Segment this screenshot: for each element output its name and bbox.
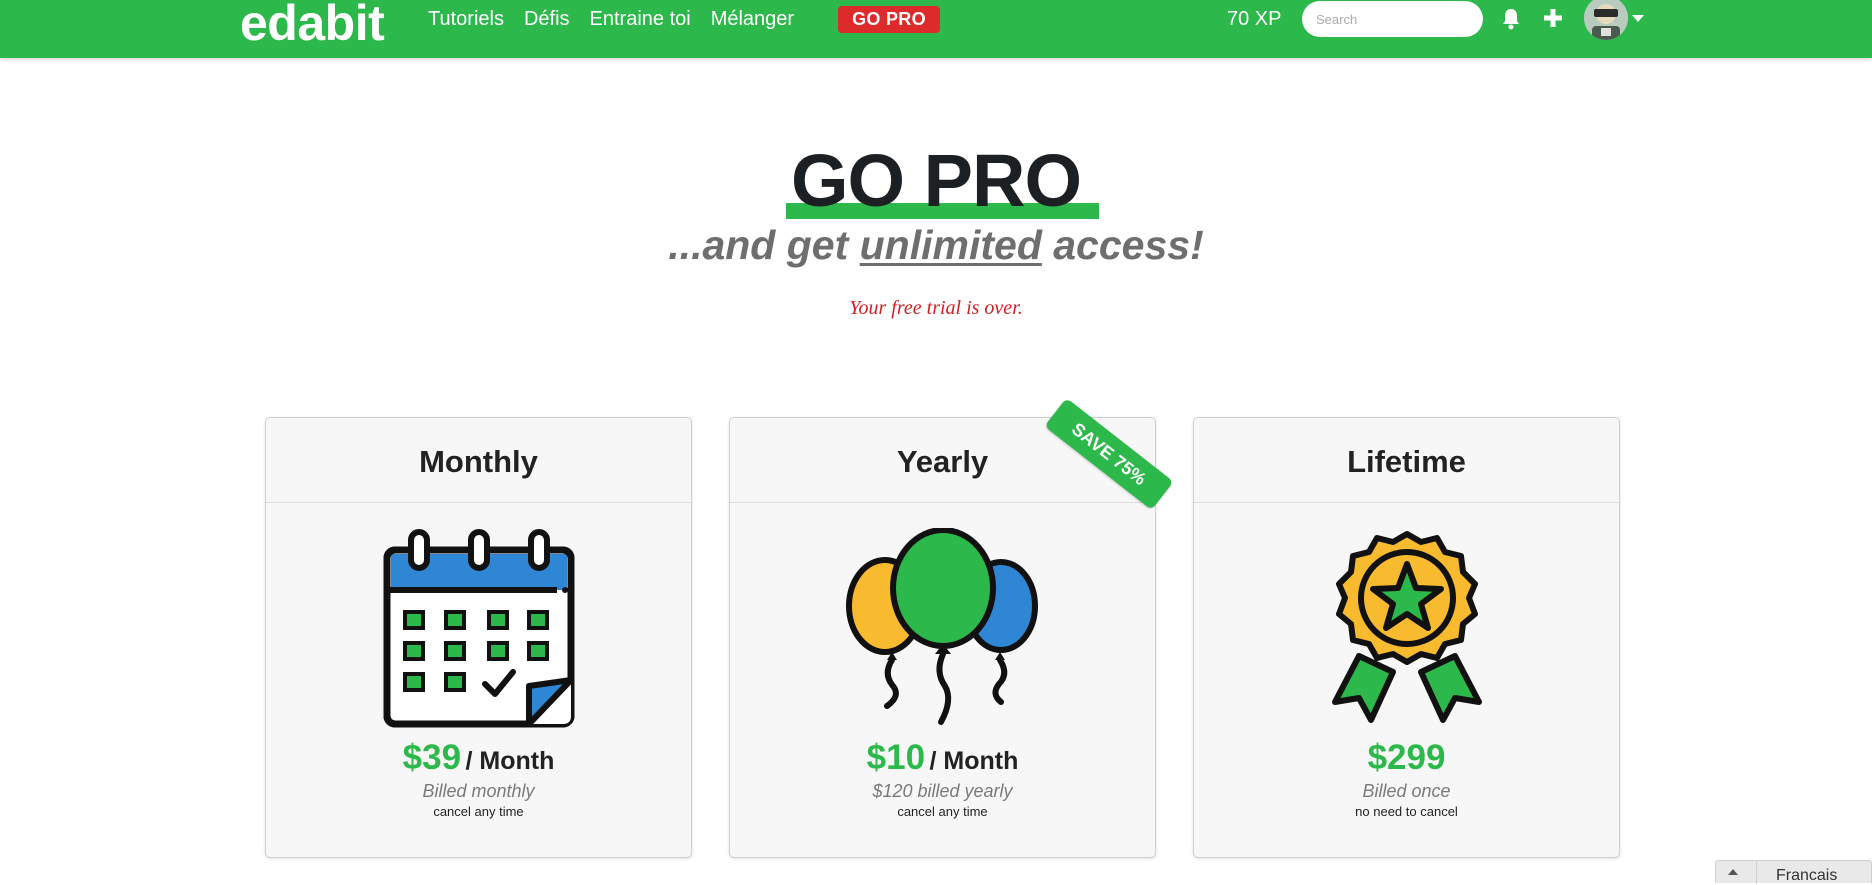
price-amount: $10 — [866, 738, 926, 777]
balloons-icon — [845, 528, 1038, 725]
plan-price: $299 — [1194, 738, 1619, 778]
plan-card-lifetime[interactable]: Lifetime $299 Billed once no need to can… — [1193, 417, 1620, 858]
language-selector[interactable]: Francais — [1715, 860, 1872, 885]
go-pro-button[interactable]: GO PRO — [838, 6, 940, 33]
plan-price: $10 / Month — [730, 738, 1155, 778]
price-amount: $299 — [1367, 738, 1446, 777]
plan-card-monthly[interactable]: Monthly $39 / Month Billed monthly cance… — [265, 417, 692, 858]
nav-link-defis[interactable]: Défis — [524, 8, 570, 31]
cancel-note: no need to cancel — [1355, 804, 1458, 819]
xp-counter[interactable]: 70 XP — [1227, 8, 1281, 31]
nav-links: Tutoriels Défis Entraine toi Mélanger — [428, 8, 814, 31]
plan-name: Monthly — [266, 418, 691, 503]
avatar[interactable] — [1584, 0, 1628, 40]
billing-info: Billed monthly — [422, 781, 535, 801]
top-navbar: edabit Tutoriels Défis Entraine toi Méla… — [0, 0, 1872, 58]
cancel-note: cancel any time — [433, 804, 524, 819]
nav-link-tutoriels[interactable]: Tutoriels — [428, 8, 504, 31]
caret-down-icon[interactable] — [1632, 15, 1644, 22]
plan-price: $39 / Month — [266, 738, 691, 778]
price-amount: $39 — [402, 738, 462, 777]
search-input[interactable] — [1302, 1, 1483, 37]
page-subtitle: ...and get unlimited access! — [0, 222, 1872, 269]
subtitle-emphasis: unlimited — [859, 222, 1042, 268]
brand-logo[interactable]: edabit — [240, 0, 385, 52]
nav-link-entraine-toi[interactable]: Entraine toi — [590, 8, 691, 31]
plus-icon[interactable] — [1543, 8, 1563, 28]
plan-name: Lifetime — [1194, 418, 1619, 503]
bell-icon[interactable] — [1501, 8, 1521, 30]
subtitle-pre: ...and get — [668, 222, 860, 268]
price-period: / Month — [929, 747, 1019, 775]
caret-up-icon[interactable] — [1728, 869, 1738, 875]
plan-card-yearly[interactable]: Yearly $10 / Month $120 billed yearly ca… — [729, 417, 1156, 858]
award-ribbon-icon — [1331, 531, 1482, 723]
language-label[interactable]: Francais — [1776, 867, 1837, 885]
calendar-icon — [383, 529, 574, 728]
divider — [1756, 861, 1757, 884]
price-period: / Month — [465, 747, 555, 775]
billing-info: Billed once — [1362, 781, 1451, 801]
billing-info: $120 billed yearly — [872, 781, 1013, 801]
nav-link-melanger[interactable]: Mélanger — [711, 8, 794, 31]
trial-notice: Your free trial is over. — [849, 297, 1023, 319]
subtitle-post: access! — [1041, 222, 1204, 268]
cancel-note: cancel any time — [897, 804, 988, 819]
page-title: GO PRO — [790, 139, 1082, 222]
